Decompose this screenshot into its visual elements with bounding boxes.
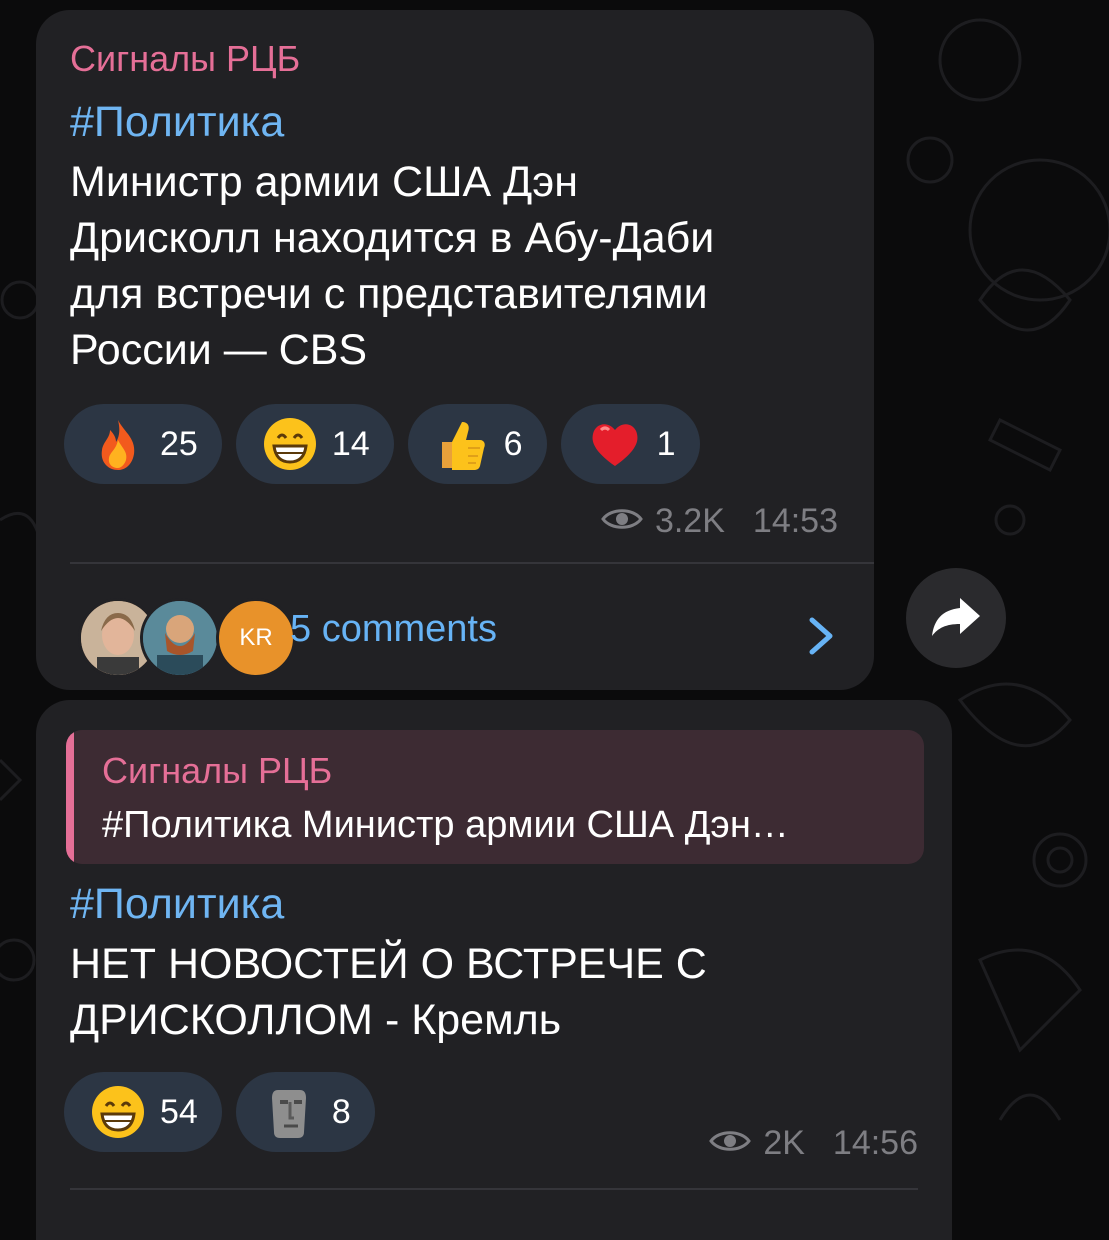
reaction-count: 6 — [503, 424, 523, 463]
share-arrow-icon — [930, 594, 982, 643]
reaction-grin[interactable]: 54 — [64, 1072, 222, 1152]
reply-quote[interactable]: Сигналы РЦБ #Политика Министр армии США … — [66, 730, 924, 864]
message-meta: 3.2K 14:53 — [601, 502, 838, 541]
reaction-count: 1 — [656, 424, 676, 463]
reaction-fire[interactable]: 25 — [64, 404, 222, 484]
reaction-count: 25 — [160, 424, 198, 463]
divider — [70, 562, 874, 564]
message-meta: 2K 14:56 — [709, 1124, 918, 1163]
comments-button[interactable]: KR 5 comments — [36, 588, 874, 688]
reaction-grin[interactable]: 14 — [235, 404, 394, 484]
message-line: России — CBS — [70, 326, 368, 374]
view-count: 3.2K — [654, 502, 725, 540]
view-count: 2K — [763, 1124, 805, 1162]
timestamp: 14:56 — [832, 1124, 918, 1162]
reaction-count: 8 — [331, 1092, 351, 1131]
message-line: НЕТ НОВОСТЕЙ О ВСТРЕЧЕ С — [70, 940, 707, 988]
comments-label[interactable]: 5 comments — [290, 608, 497, 651]
fire-icon — [90, 416, 146, 472]
avatar — [140, 598, 220, 678]
message-bubble[interactable]: Сигналы РЦБ #Политика Министр армии США … — [36, 700, 952, 1240]
message-line: Министр армии США Дэн — [70, 158, 578, 206]
channel-name[interactable]: Сигналы РЦБ — [70, 38, 300, 80]
moai-icon — [262, 1084, 318, 1140]
red-heart-icon — [587, 416, 643, 472]
quote-accent-bar — [66, 730, 74, 864]
avatar-initials: KR — [239, 624, 273, 651]
reaction-moai[interactable]: 8 — [235, 1072, 375, 1152]
message-line: Дрисколл находится в Абу-Даби — [70, 214, 715, 262]
eye-icon — [709, 1124, 752, 1163]
reaction-heart[interactable]: 1 — [560, 404, 700, 484]
thumbs-up-icon — [434, 416, 490, 472]
eye-icon — [601, 502, 643, 541]
timestamp: 14:53 — [752, 502, 838, 540]
message-line: ДРИСКОЛЛОМ - Кремль — [70, 996, 562, 1044]
hashtag-link[interactable]: #Политика — [70, 880, 284, 929]
reply-snippet: #Политика Министр армии США Дэн… — [102, 804, 789, 846]
chevron-right-icon[interactable] — [808, 616, 834, 661]
grinning-face-icon — [262, 416, 318, 472]
avatar: KR — [216, 598, 296, 678]
message-line: для встречи с представителями — [70, 270, 708, 318]
reaction-count: 14 — [331, 424, 370, 463]
reaction-thumbs-up[interactable]: 6 — [407, 404, 547, 484]
hashtag-link[interactable]: #Политика — [70, 98, 284, 147]
divider — [70, 1188, 918, 1190]
grinning-face-icon — [90, 1084, 146, 1140]
reactions-bar: 54 8 — [64, 1072, 375, 1152]
reactions-bar: 25 14 6 1 — [64, 404, 700, 484]
message-bubble[interactable]: Сигналы РЦБ #Политика Министр армии США … — [36, 10, 874, 690]
share-button[interactable] — [906, 568, 1006, 668]
reply-channel-name: Сигналы РЦБ — [102, 750, 333, 791]
reaction-count: 54 — [160, 1092, 198, 1131]
